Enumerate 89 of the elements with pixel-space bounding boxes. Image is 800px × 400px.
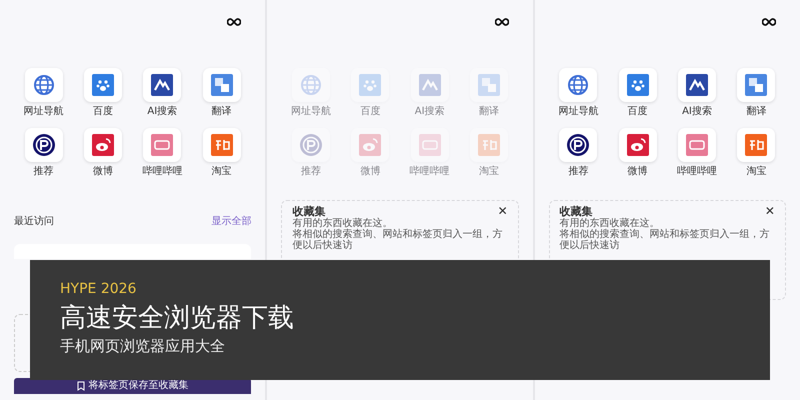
shortcut-label: 翻译 bbox=[212, 106, 232, 118]
bookmark-icon bbox=[76, 381, 85, 391]
infinity-icon[interactable] bbox=[762, 18, 776, 26]
ring-icon bbox=[298, 133, 323, 157]
shortcut-label: AI搜索 bbox=[147, 106, 178, 118]
shortcut-label: 百度 bbox=[360, 106, 380, 118]
shortcut-label: 微博 bbox=[360, 166, 380, 178]
peaks-icon bbox=[418, 73, 442, 97]
shortcut-tile[interactable] bbox=[24, 128, 63, 162]
card-text: 有用的东西收藏在这。 bbox=[292, 218, 392, 229]
globe-icon bbox=[32, 73, 56, 97]
ring-icon bbox=[566, 133, 590, 157]
paw-icon bbox=[90, 73, 115, 97]
swirl-icon bbox=[358, 133, 382, 157]
tv-icon bbox=[684, 133, 709, 157]
shortcut-tile[interactable] bbox=[292, 128, 330, 162]
shortcut-label: 淘宝 bbox=[212, 166, 232, 178]
shortcut-tile[interactable] bbox=[84, 128, 122, 162]
shortcut-label: 微博 bbox=[92, 166, 113, 178]
section-title: 最近访问 bbox=[14, 216, 54, 228]
shortcut-tile[interactable] bbox=[202, 68, 241, 102]
shortcut-label: 推荐 bbox=[34, 166, 54, 178]
shortcut-label: 百度 bbox=[628, 106, 648, 118]
shortcut-label: 推荐 bbox=[300, 166, 321, 178]
ring-icon bbox=[32, 133, 56, 157]
shortcut-label: 哔哩哔哩 bbox=[410, 166, 450, 178]
shortcut-label: 淘宝 bbox=[478, 166, 499, 178]
peaks-icon bbox=[684, 73, 709, 97]
shortcut-tile[interactable] bbox=[618, 128, 657, 162]
card-text: 将相似的搜索查询、网站和标签页归入一组，方便以后快速访 bbox=[292, 229, 504, 251]
tv-icon bbox=[150, 133, 174, 157]
card-text: 将相似的搜索查询、网站和标签页归入一组，方便以后快速访 bbox=[560, 229, 771, 251]
shop-icon bbox=[210, 133, 234, 157]
shortcut-tile[interactable] bbox=[470, 128, 508, 162]
globe-icon bbox=[298, 73, 323, 97]
tv-icon bbox=[418, 133, 442, 157]
shortcut-tile[interactable] bbox=[737, 128, 776, 162]
shortcut-label: 淘宝 bbox=[746, 166, 766, 178]
infinity-icon[interactable] bbox=[227, 18, 242, 26]
shortcut-label: 网址导航 bbox=[24, 106, 64, 118]
paw-icon bbox=[358, 73, 382, 97]
shortcut-tile[interactable] bbox=[559, 128, 598, 162]
infinity-icon[interactable] bbox=[494, 18, 509, 26]
show-all-link[interactable]: 显示全部 bbox=[211, 216, 252, 228]
shortcut-tile[interactable] bbox=[351, 68, 390, 102]
shortcut-label: AI搜索 bbox=[414, 106, 445, 118]
banner-subtitle: 手机网页浏览器应用大全 bbox=[60, 336, 226, 356]
shortcut-label: 网址导航 bbox=[290, 106, 331, 118]
shortcut-tile[interactable] bbox=[143, 68, 182, 102]
shortcut-label: 翻译 bbox=[478, 106, 499, 118]
shortcut-tile[interactable] bbox=[24, 68, 63, 102]
banner-kicker: HYPE 2026 bbox=[60, 280, 138, 298]
card-title: 收藏集 bbox=[560, 205, 593, 218]
shortcut-label: 微博 bbox=[628, 166, 648, 178]
translate-icon bbox=[744, 73, 768, 97]
shortcut-label: 翻译 bbox=[746, 106, 766, 118]
shortcut-label: 哔哩哔哩 bbox=[142, 166, 182, 178]
banner-title: 高速安全浏览器下载 bbox=[60, 302, 295, 335]
shortcut-tile[interactable] bbox=[678, 128, 716, 162]
close-button[interactable]: ✕ bbox=[764, 205, 775, 218]
shortcut-tile[interactable] bbox=[143, 128, 182, 162]
shortcut-tile[interactable] bbox=[202, 128, 241, 162]
card-text: 有用的东西收藏在这。 bbox=[560, 218, 660, 229]
shop-icon bbox=[744, 133, 768, 157]
shortcut-label: 哔哩哔哩 bbox=[676, 166, 717, 178]
shortcut-tile[interactable] bbox=[410, 68, 449, 102]
shortcut-tile[interactable] bbox=[559, 68, 598, 102]
translate-icon bbox=[476, 73, 501, 97]
shortcut-label: 网址导航 bbox=[558, 106, 598, 118]
peaks-icon bbox=[150, 73, 174, 97]
shortcut-tile[interactable] bbox=[678, 68, 716, 102]
swirl-icon bbox=[90, 133, 115, 157]
shortcut-tile[interactable] bbox=[351, 128, 390, 162]
paw-icon bbox=[626, 73, 650, 97]
shortcut-label: 推荐 bbox=[568, 166, 588, 178]
shortcut-tile[interactable] bbox=[470, 68, 508, 102]
shortcut-tile[interactable] bbox=[292, 68, 330, 102]
shortcut-tile[interactable] bbox=[410, 128, 449, 162]
shortcut-label: AI搜索 bbox=[682, 106, 712, 118]
shop-icon bbox=[476, 133, 501, 157]
shortcut-tile[interactable] bbox=[737, 68, 776, 102]
close-button[interactable]: ✕ bbox=[498, 205, 508, 218]
shortcut-tile[interactable] bbox=[618, 68, 657, 102]
translate-icon bbox=[210, 73, 234, 97]
globe-icon bbox=[566, 73, 590, 97]
card-title: 收藏集 bbox=[292, 205, 326, 218]
swirl-icon bbox=[626, 133, 650, 157]
shortcut-tile[interactable] bbox=[84, 68, 122, 102]
shortcut-label: 百度 bbox=[92, 106, 113, 118]
